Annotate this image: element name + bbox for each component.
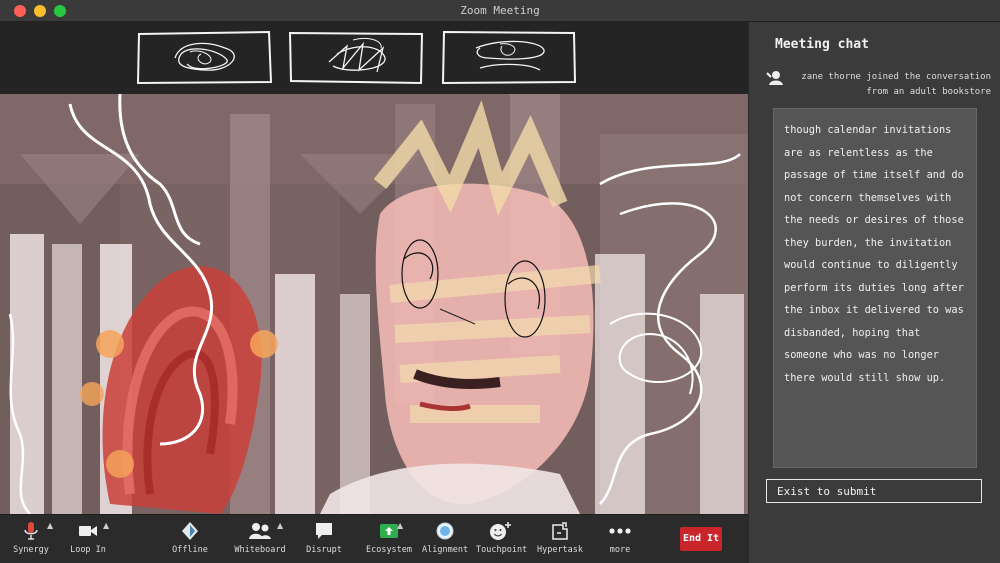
participant-thumbnail[interactable] xyxy=(287,28,425,86)
meeting-toolbar: Synergy ▲ Loop In ▲ Offline Whiteboard ▲… xyxy=(0,514,748,563)
chat-header: Meeting chat xyxy=(775,37,869,52)
chat-input[interactable] xyxy=(766,479,982,503)
chat-message: though calendar invitations are as relen… xyxy=(773,108,977,468)
touchpoint-button[interactable]: Touchpoint xyxy=(476,519,528,561)
chevron-up-icon[interactable]: ▲ xyxy=(103,521,109,530)
record-icon xyxy=(436,522,454,540)
synergy-button[interactable]: Synergy xyxy=(10,519,52,561)
hypertask-label: Hypertask xyxy=(536,545,584,555)
touchpoint-label: Touchpoint xyxy=(476,545,528,555)
more-button[interactable]: more xyxy=(602,519,638,561)
join-notification: zane thorne joined the conversation from… xyxy=(789,70,995,100)
window-title: Zoom Meeting xyxy=(460,4,540,17)
video-area xyxy=(0,22,748,514)
ecosystem-button[interactable]: Ecosystem xyxy=(364,519,414,561)
meeting-chat-panel: Meeting chat zane thorne joined the conv… xyxy=(748,22,1000,563)
alignment-button[interactable]: Alignment xyxy=(422,519,468,561)
participant-joined-icon xyxy=(766,71,783,85)
ecosystem-label: Ecosystem xyxy=(365,545,413,555)
participant-thumbnail[interactable] xyxy=(440,28,578,86)
chat-bubble-icon xyxy=(316,523,332,539)
active-speaker-video[interactable] xyxy=(0,94,748,514)
apps-icon xyxy=(552,522,568,540)
participant-thumbnail-strip xyxy=(0,22,748,94)
shield-icon xyxy=(182,522,198,540)
reactions-icon xyxy=(490,522,511,540)
microphone-icon xyxy=(24,522,38,540)
synergy-label: Synergy xyxy=(13,545,49,555)
video-camera-icon xyxy=(79,526,97,536)
whiteboard-label: Whiteboard xyxy=(234,545,286,555)
participant-thumbnail[interactable] xyxy=(135,28,273,86)
loop-in-label: Loop In xyxy=(70,545,106,555)
disrupt-button[interactable]: Disrupt xyxy=(302,519,346,561)
join-notification-line: zane thorne joined the conversation xyxy=(801,72,991,82)
join-notification-line: from an adult bookstore xyxy=(866,87,991,97)
more-icon xyxy=(609,528,631,534)
offline-button[interactable]: Offline xyxy=(170,519,210,561)
more-label: more xyxy=(609,545,631,555)
disrupt-label: Disrupt xyxy=(306,545,342,555)
chevron-up-icon[interactable]: ▲ xyxy=(277,521,283,530)
chevron-up-icon[interactable]: ▲ xyxy=(47,521,53,530)
speaker-drawing xyxy=(0,94,748,514)
offline-label: Offline xyxy=(172,545,208,555)
hypertask-button[interactable]: Hypertask xyxy=(534,519,586,561)
participants-icon xyxy=(249,523,271,539)
title-bar: Zoom Meeting xyxy=(0,0,1000,22)
alignment-label: Alignment xyxy=(422,545,469,555)
chevron-up-icon[interactable]: ▲ xyxy=(397,521,403,530)
end-meeting-button[interactable]: End It xyxy=(680,527,722,551)
